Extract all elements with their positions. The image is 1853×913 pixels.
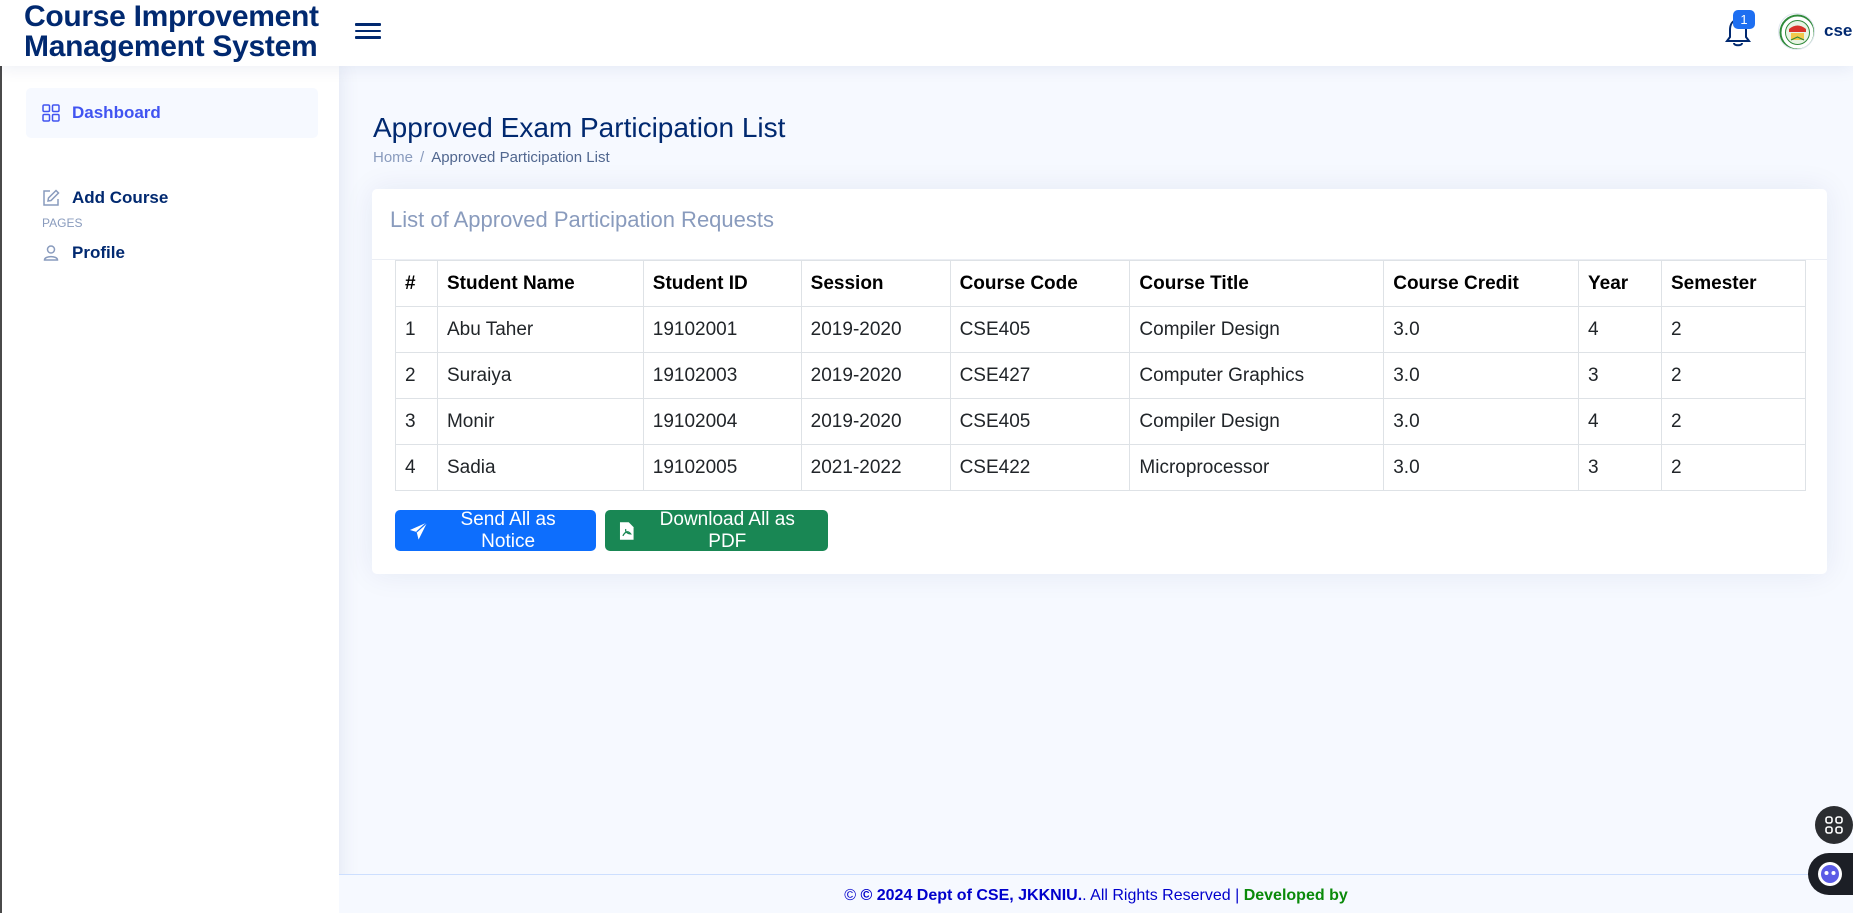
page-title: Approved Exam Participation List <box>373 112 786 143</box>
table-cell: 3 <box>1578 444 1662 491</box>
table-cell: Abu Taher <box>436 306 644 353</box>
table-cell: 4 <box>1578 306 1662 353</box>
top-header: Course Improvement Management System 1 c… <box>0 0 1853 66</box>
app-logo-title[interactable]: Course Improvement Management System <box>24 2 319 62</box>
pdf-file-icon <box>619 521 634 540</box>
table-cell: 2021-2022 <box>800 444 951 491</box>
table-cell: 2 <box>1661 306 1806 353</box>
card-title: List of Approved Participation Requests <box>390 207 775 232</box>
person-icon <box>42 244 60 262</box>
assistant-icon <box>1818 862 1842 886</box>
table-cell: Computer Graphics <box>1129 352 1385 399</box>
column-header: Course Credit <box>1383 260 1580 307</box>
send-all-notice-label: Send All as Notice <box>460 508 556 552</box>
footer: © © 2024 Dept of CSE, JKKNIU.. All Right… <box>339 874 1853 913</box>
table-cell: Monir <box>436 398 644 445</box>
sidebar-item-label: Add Course <box>72 188 169 207</box>
grid-icon <box>42 104 60 122</box>
table-cell: Sadia <box>436 444 644 491</box>
floating-apps-button[interactable] <box>1815 806 1853 844</box>
column-header: Student ID <box>642 260 802 307</box>
column-header: Session <box>800 260 951 307</box>
sidebar-item-add-course[interactable]: Add Course <box>26 173 318 223</box>
table-cell: 3.0 <box>1383 352 1580 399</box>
table-cell: 2 <box>1661 352 1806 399</box>
table-cell: 19102005 <box>642 444 802 491</box>
table-cell: 3 <box>1578 352 1662 399</box>
table-cell: 2019-2020 <box>800 306 951 353</box>
table-cell: CSE405 <box>949 306 1131 353</box>
breadcrumb-separator: / <box>420 149 425 166</box>
column-header: Year <box>1578 260 1662 307</box>
sidebar: Dashboard PAGES Add Course Profile <box>0 66 339 913</box>
download-pdf-label: Download All as PDF <box>659 508 795 552</box>
table-cell: 2 <box>395 352 438 399</box>
table-cell: 4 <box>1578 398 1662 445</box>
table-cell: 19102003 <box>642 352 802 399</box>
edit-icon <box>42 189 60 207</box>
table-header-row: # Student Name Student ID Session Course… <box>395 260 1806 307</box>
send-icon <box>409 521 428 540</box>
table-cell: 2019-2020 <box>800 398 951 445</box>
table-row: 2 Suraiya 19102003 2019-2020 CSE427 Comp… <box>395 352 1806 399</box>
participation-card: List of Approved Participation Requests … <box>372 189 1827 574</box>
column-header: Course Code <box>949 260 1131 307</box>
table-row: 1 Abu Taher 19102001 2019-2020 CSE405 Co… <box>395 306 1806 353</box>
table-cell: Compiler Design <box>1129 398 1385 445</box>
table-cell: Microprocessor <box>1129 444 1385 491</box>
table-row: 3 Monir 19102004 2019-2020 CSE405 Compil… <box>395 398 1806 445</box>
footer-rights: . All Rights Reserved | <box>1082 887 1240 904</box>
floating-assistant-button[interactable] <box>1808 853 1853 895</box>
breadcrumb-current: Approved Participation List <box>431 149 610 166</box>
profile-avatar[interactable] <box>1778 13 1815 50</box>
send-all-notice-button[interactable]: Send All as Notice <box>395 508 596 552</box>
breadcrumb-home-link[interactable]: Home <box>373 149 413 166</box>
participation-table: # Student Name Student ID Session Course… <box>395 260 1806 491</box>
breadcrumb: Home / Approved Participation List <box>373 149 610 166</box>
user-name[interactable]: cse <box>1824 21 1852 41</box>
table-cell: CSE422 <box>949 444 1131 491</box>
table-cell: 4 <box>395 444 438 491</box>
menu-toggle-icon[interactable] <box>354 19 382 43</box>
sidebar-item-dashboard[interactable]: Dashboard <box>26 88 318 138</box>
sidebar-item-label: Dashboard <box>72 103 161 122</box>
table-cell: 19102004 <box>642 398 802 445</box>
notification-badge: 1 <box>1733 10 1755 29</box>
table-row: 4 Sadia 19102005 2021-2022 CSE422 Microp… <box>395 444 1806 491</box>
sidebar-item-profile[interactable]: Profile <box>26 228 318 278</box>
table-cell: 3.0 <box>1383 306 1580 353</box>
table-cell: 3.0 <box>1383 444 1580 491</box>
brand-line-1: Course Improvement <box>24 0 319 33</box>
table-cell: Suraiya <box>436 352 644 399</box>
column-header: Student Name <box>436 260 644 307</box>
table-cell: Compiler Design <box>1129 306 1385 353</box>
table-cell: 3 <box>395 398 438 445</box>
table-cell: CSE427 <box>949 352 1131 399</box>
table-cell: 2 <box>1661 444 1806 491</box>
column-header: Semester <box>1661 260 1806 307</box>
table-cell: CSE405 <box>949 398 1131 445</box>
table-cell: 1 <box>395 306 438 353</box>
table-cell: 2 <box>1661 398 1806 445</box>
footer-developed-by[interactable]: Developed by <box>1244 887 1348 904</box>
footer-copyright: © 2024 Dept of CSE, JKKNIU. <box>860 887 1083 904</box>
table-cell: 2019-2020 <box>800 352 951 399</box>
column-header: Course Title <box>1129 260 1385 307</box>
download-pdf-button[interactable]: Download All as PDF <box>605 508 828 552</box>
table-cell: 19102001 <box>642 306 802 353</box>
table-cell: 3.0 <box>1383 398 1580 445</box>
column-header: # <box>395 260 438 307</box>
brand-line-2: Management System <box>24 30 318 63</box>
apps-icon <box>1825 816 1843 834</box>
sidebar-item-label: Profile <box>72 243 125 262</box>
footer-copyright-symbol: © <box>844 887 857 904</box>
